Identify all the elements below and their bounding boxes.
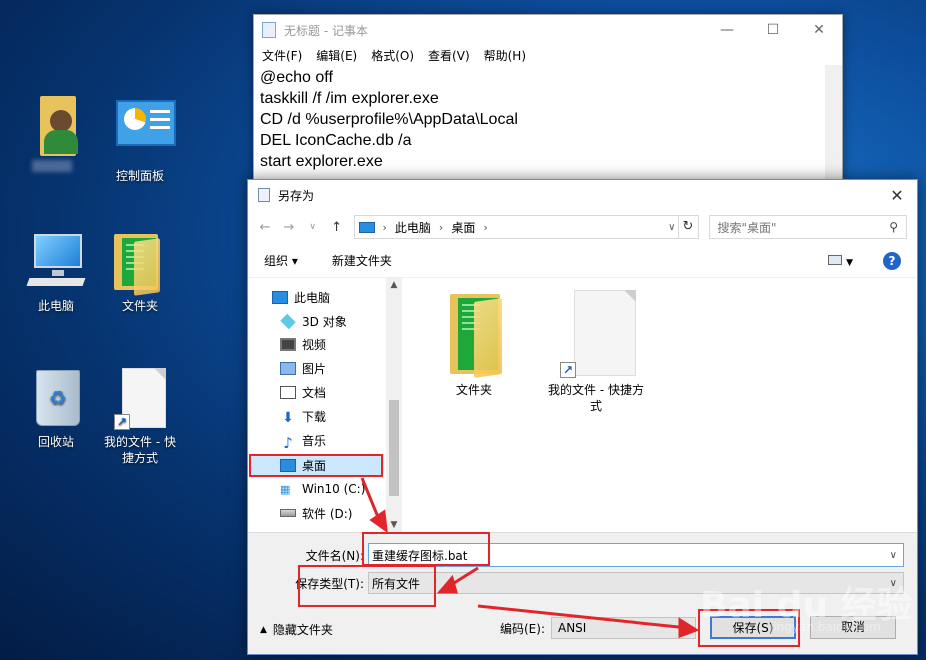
baidu-watermark-url: jingyan.baidu.com — [770, 620, 881, 634]
annotation-arrowhead-1 — [369, 509, 388, 534]
annotation-arrowhead-2 — [436, 574, 458, 594]
annotation-arrow-3 — [477, 604, 689, 630]
annotation-arrows — [360, 477, 700, 639]
annotation-arrowhead-3 — [678, 617, 700, 639]
